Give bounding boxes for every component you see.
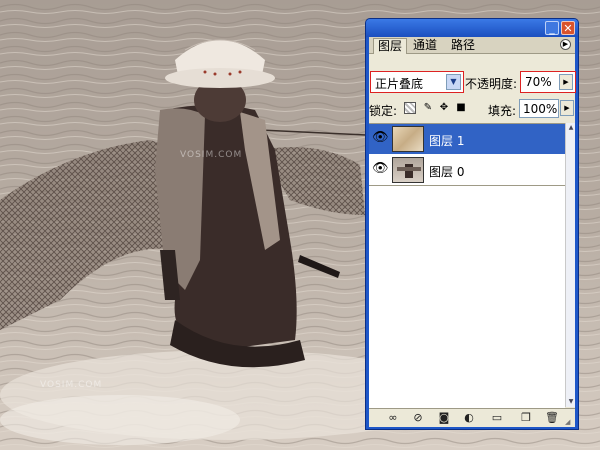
scroll-down-icon[interactable]: ▼ xyxy=(566,397,576,407)
folder-icon[interactable]: ▭ xyxy=(490,411,504,425)
link-icon[interactable]: ∞ xyxy=(386,411,400,425)
scroll-up-icon[interactable]: ▲ xyxy=(566,123,576,133)
opacity-field[interactable]: 70% ▶ xyxy=(520,71,576,93)
lock-brush-icon[interactable]: ✎ xyxy=(422,102,434,114)
opacity-label: 不透明度: xyxy=(465,77,518,91)
blend-mode-select[interactable]: 正片叠底 ▼ xyxy=(370,71,464,93)
layer-row-1[interactable]: 👁 图层 1 xyxy=(369,124,565,154)
mask-icon[interactable]: ◙ xyxy=(437,411,451,425)
eye-icon[interactable]: 👁 xyxy=(372,130,389,146)
trash-icon[interactable]: 🗑 xyxy=(545,411,559,425)
lock-move-icon[interactable]: ✥ xyxy=(438,102,450,114)
layer-row-0[interactable]: 👁 图层 0 xyxy=(369,155,565,185)
layer-style-icon[interactable]: ⊘ xyxy=(411,411,425,425)
minimize-button[interactable]: _ xyxy=(545,21,559,35)
palette-menu-icon[interactable]: ▶ xyxy=(560,39,571,50)
lock-label: 锁定: xyxy=(369,104,398,118)
palette-tabs: 图层 通道 路径 ▶ xyxy=(369,37,575,54)
layers-list: 👁 图层 1 👁 图层 0 xyxy=(369,123,565,408)
layer-thumbnail xyxy=(392,157,424,183)
fill-field[interactable]: 100% xyxy=(519,99,559,118)
lock-all-icon[interactable]: ■ xyxy=(455,102,467,114)
tab-layers[interactable]: 图层 xyxy=(373,38,408,54)
palette-body: 图层 通道 路径 ▶ 正片叠底 ▼ 不透明度: 70% ▶ 锁定: ✎ ✥ ■ … xyxy=(369,37,576,427)
resize-grip-icon[interactable]: ◢ xyxy=(565,417,575,427)
layers-palette: _ ✕ 图层 通道 路径 ▶ 正片叠底 ▼ 不透明度: 70% ▶ 锁定: ✎ … xyxy=(366,19,578,429)
layer-name[interactable]: 图层 0 xyxy=(429,163,464,180)
blend-mode-value: 正片叠底 xyxy=(375,77,424,91)
palette-bottom-bar: ∞ ⊘ ◙ ◐ ▭ ❐ 🗑 ◢ xyxy=(369,408,575,427)
eye-icon[interactable]: 👁 xyxy=(372,161,389,177)
close-button[interactable]: ✕ xyxy=(561,21,575,35)
tab-channels[interactable]: 通道 xyxy=(409,38,441,53)
opacity-slider-arrow-icon[interactable]: ▶ xyxy=(559,74,573,90)
palette-titlebar[interactable]: _ ✕ xyxy=(366,19,578,37)
layer-thumbnail xyxy=(392,126,424,152)
layer-name[interactable]: 图层 1 xyxy=(429,132,464,149)
adjustment-icon[interactable]: ◐ xyxy=(462,411,476,425)
opacity-value: 70% xyxy=(525,75,552,89)
new-layer-icon[interactable]: ❐ xyxy=(519,411,533,425)
lock-transparency-icon[interactable] xyxy=(404,102,416,114)
chevron-down-icon[interactable]: ▼ xyxy=(446,74,461,90)
row-divider xyxy=(369,185,565,186)
fill-label: 填充: xyxy=(488,104,517,118)
fill-value: 100% xyxy=(523,102,558,116)
layers-scrollbar[interactable]: ▲ ▼ xyxy=(565,123,575,407)
fill-slider-arrow-icon[interactable]: ▶ xyxy=(560,100,574,116)
lock-row: 锁定: ✎ ✥ ■ 填充: 100% ▶ xyxy=(369,99,575,119)
tab-paths[interactable]: 路径 xyxy=(447,38,479,53)
